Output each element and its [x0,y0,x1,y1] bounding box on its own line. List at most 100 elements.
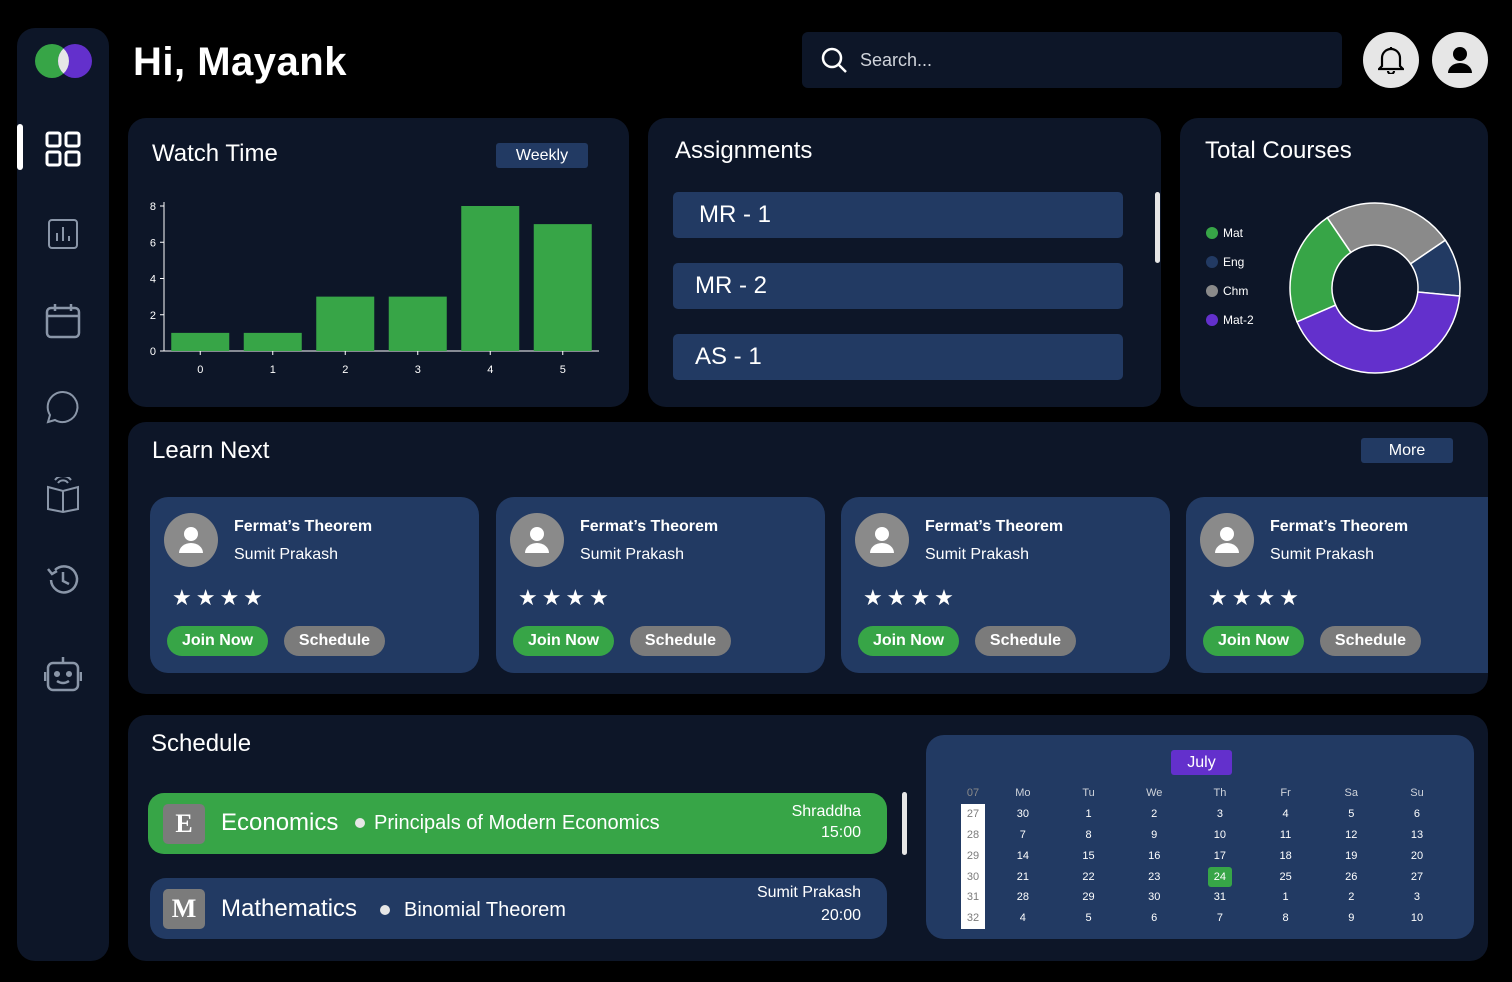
class-row-mathematics[interactable]: M Mathematics Binomial Theorem Sumit Pra… [150,878,887,939]
calendar-day[interactable]: 14 [990,845,1056,866]
join-now-button[interactable]: Join Now [513,626,614,656]
sidebar-item-history[interactable] [41,558,85,602]
calendar-day[interactable]: 16 [1121,845,1187,866]
calendar-day[interactable]: 3 [1384,887,1450,908]
profile-button[interactable] [1432,32,1488,88]
avatar [855,513,909,567]
week-number: 27 [956,803,990,825]
legend-item: Mat [1206,218,1254,247]
watch-time-filter-button[interactable]: Weekly [496,143,588,168]
calendar-day[interactable]: 20 [1384,845,1450,866]
sidebar-item-dashboard[interactable] [41,127,85,171]
x-tick-label: 3 [415,364,421,376]
calendar-day[interactable]: 9 [1318,908,1384,929]
weekday-header: We [1146,787,1163,800]
calendar-day[interactable]: 4 [990,908,1056,929]
separator-dot [380,905,390,915]
calendar-day[interactable]: 30 [1121,887,1187,908]
calendar-day[interactable]: 13 [1384,825,1450,846]
calendar-day[interactable]: 22 [1056,866,1122,887]
calendar-day[interactable]: 30 [990,804,1056,825]
sidebar-item-analytics[interactable] [41,212,85,256]
calendar-day[interactable]: 7 [1187,908,1253,929]
calendar-day[interactable]: 21 [990,866,1056,887]
class-row-economics[interactable]: E Economics Principals of Modern Economi… [148,793,887,854]
sidebar-item-assistant[interactable] [41,652,85,696]
legend-item: Eng [1206,247,1254,276]
assignment-item[interactable]: AS - 1 [673,334,1123,380]
calendar-day[interactable]: 8 [1056,825,1122,846]
schedule-card: Schedule E Economics Principals of Moder… [128,715,1488,961]
legend-item: Chm [1206,276,1254,305]
user-icon [870,527,894,553]
sidebar-item-messages[interactable] [41,385,85,429]
weekday-header: Mo [1015,787,1031,800]
calendar-day[interactable]: 25 [1253,866,1319,887]
sidebar-item-courses[interactable] [41,473,85,517]
calendar-day[interactable]: 9 [1121,825,1187,846]
schedule-button[interactable]: Schedule [1320,626,1421,656]
calendar-day[interactable]: 10 [1187,825,1253,846]
lesson-card[interactable]: Fermat’s Theorem Sumit Prakash ★★★★ Join… [150,497,479,673]
calendar-day[interactable]: 7 [990,825,1056,846]
assignment-item[interactable]: MR - 1 [673,192,1123,238]
schedule-button[interactable]: Schedule [630,626,731,656]
calendar-day[interactable]: 2 [1121,804,1187,825]
calendar-day[interactable]: 28 [990,887,1056,908]
calendar-day[interactable]: 18 [1253,845,1319,866]
calendar-icon [45,304,81,339]
join-now-button[interactable]: Join Now [858,626,959,656]
search-bar[interactable] [802,32,1342,88]
calendar-day[interactable]: 24 [1187,866,1253,887]
calendar-day[interactable]: 5 [1318,804,1384,825]
calendar-day[interactable]: 19 [1318,845,1384,866]
join-now-button[interactable]: Join Now [1203,626,1304,656]
watch-time-card: Watch Time Weekly 0 2 4 6 8 0 1 2 3 4 5 [128,118,629,407]
x-tick-label: 4 [487,364,493,376]
calendar-day[interactable]: 1 [1056,804,1122,825]
join-now-button[interactable]: Join Now [167,626,268,656]
legend-item: Mat-2 [1206,305,1254,334]
chart-icon [48,219,78,249]
calendar-day[interactable]: 31 [1187,887,1253,908]
class-teacher: Sumit Prakash [756,884,861,901]
class-topic: Principals of Modern Economics [374,812,660,834]
assignments-scrollbar[interactable] [1155,192,1160,263]
calendar-day[interactable]: 26 [1318,866,1384,887]
calendar-day[interactable]: 17 [1187,845,1253,866]
lesson-card[interactable]: Fermat’s Theorem Sumit Prakash ★★★★ Join… [1186,497,1488,673]
lesson-title: Fermat’s Theorem [580,518,719,535]
lesson-teacher: Sumit Prakash [1270,546,1375,563]
schedule-button[interactable]: Schedule [975,626,1076,656]
calendar-day[interactable]: 15 [1056,845,1122,866]
calendar-day[interactable]: 27 [1384,866,1450,887]
class-subject: Mathematics [221,895,358,922]
calendar-day[interactable]: 23 [1121,866,1187,887]
courses-legend: Mat Eng Chm Mat-2 [1206,218,1254,334]
schedule-title: Schedule [151,730,252,757]
history-icon [47,565,79,594]
calendar-day[interactable]: 2 [1318,887,1384,908]
calendar-day[interactable]: 4 [1253,804,1319,825]
lesson-card[interactable]: Fermat’s Theorem Sumit Prakash ★★★★ Join… [841,497,1170,673]
calendar-day[interactable]: 5 [1056,908,1122,929]
lesson-card[interactable]: Fermat’s Theorem Sumit Prakash ★★★★ Join… [496,497,825,673]
calendar-month-selector[interactable]: July [1171,750,1232,775]
sidebar-item-calendar[interactable] [41,299,85,343]
more-button[interactable]: More [1361,438,1453,463]
schedule-button[interactable]: Schedule [284,626,385,656]
calendar-day[interactable]: 10 [1384,908,1450,929]
calendar-day[interactable]: 12 [1318,825,1384,846]
calendar-day[interactable]: 6 [1384,804,1450,825]
calendar-day[interactable]: 8 [1253,908,1319,929]
calendar-day[interactable]: 11 [1253,825,1319,846]
notifications-button[interactable] [1363,32,1419,88]
assignment-item[interactable]: MR - 2 [673,263,1123,309]
calendar-day[interactable]: 3 [1187,804,1253,825]
calendar-day[interactable]: 29 [1056,887,1122,908]
schedule-scrollbar[interactable] [902,792,907,855]
search-input[interactable] [860,49,1300,71]
chat-icon [46,390,79,424]
calendar-day[interactable]: 6 [1121,908,1187,929]
calendar-day[interactable]: 1 [1253,887,1319,908]
